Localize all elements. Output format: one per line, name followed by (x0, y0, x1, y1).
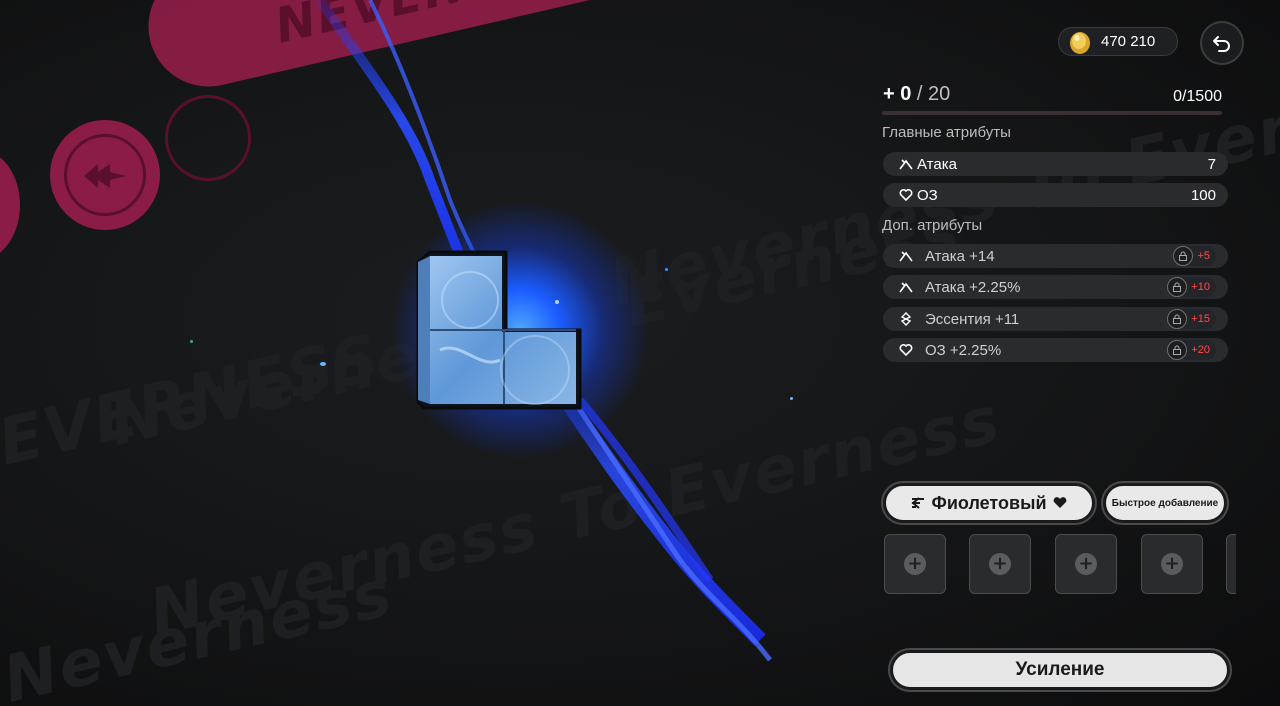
plus-icon: + (989, 553, 1011, 575)
lock-icon (1167, 309, 1188, 329)
currency-display: 470 210 (1058, 27, 1178, 56)
plus-icon: + (1161, 553, 1183, 575)
attribute-label: ОЗ (917, 186, 938, 204)
unlock-level-badge: +15 (1167, 309, 1216, 329)
level-max: 20 (928, 83, 951, 105)
attribute-label: Атака +2.25% (925, 278, 1021, 296)
sub-attribute-row: Атака +2.25% +10 (883, 275, 1228, 299)
unlock-level-badge: +5 (1173, 246, 1216, 266)
unlock-level-badge: +20 (1167, 340, 1216, 360)
lock-icon (1167, 277, 1188, 297)
enhance-button[interactable]: Усиление (890, 650, 1230, 690)
exp-counter: 0/1500 (1173, 88, 1222, 105)
main-attribute-row: ОЗ 100 (883, 183, 1228, 207)
exp-progress-bar (882, 111, 1222, 115)
attack-icon (899, 282, 913, 293)
level-separator: / (911, 83, 929, 105)
attribute-label: Атака +14 (925, 247, 995, 265)
gold-coin-icon (1070, 31, 1090, 54)
essence-icon (900, 312, 912, 326)
plus-icon: + (1075, 553, 1097, 575)
undo-icon (1213, 36, 1230, 52)
material-slot-partial[interactable] (1226, 534, 1236, 594)
enhance-level: + 0 / 20 (883, 83, 950, 106)
sub-attribute-row: Эссентия +11 +15 (883, 307, 1228, 331)
hp-heart-icon (899, 189, 913, 202)
lock-icon (1167, 340, 1188, 360)
attack-icon (899, 251, 913, 262)
plus-icon: + (904, 553, 926, 575)
unlock-level: +5 (1197, 250, 1210, 262)
material-slot[interactable]: + (969, 534, 1031, 594)
hp-heart-icon (899, 344, 913, 357)
material-slot[interactable]: + (1055, 534, 1117, 594)
sub-attributes-title: Доп. атрибуты (882, 217, 983, 234)
attribute-label: Атака (917, 155, 957, 173)
attribute-label: Эссентия +11 (925, 310, 1020, 328)
unlock-level: +20 (1191, 344, 1210, 356)
unlock-level-badge: +10 (1167, 277, 1216, 297)
material-slot[interactable]: + (1141, 534, 1203, 594)
attribute-value: 7 (1207, 155, 1216, 173)
back-button[interactable] (1200, 21, 1244, 65)
main-attribute-row: Атака 7 (883, 152, 1228, 176)
rarity-filter-label: Фиолетовый (931, 492, 1047, 513)
main-attributes-title: Главные атрибуты (882, 124, 1011, 141)
heart-icon (1053, 497, 1066, 508)
unlock-level: +15 (1191, 313, 1210, 325)
unlock-level: +10 (1191, 281, 1210, 293)
rarity-filter-dropdown[interactable]: Фиолетовый (883, 483, 1095, 523)
material-slot[interactable]: + (884, 534, 946, 594)
attack-icon (899, 159, 913, 170)
level-current: + 0 (883, 83, 912, 105)
attribute-label: ОЗ +2.25% (925, 341, 1002, 359)
lock-icon (1173, 246, 1194, 266)
currency-value: 470 210 (1101, 33, 1156, 50)
sort-icon (911, 497, 925, 509)
sub-attribute-row: ОЗ +2.25% +20 (883, 338, 1228, 362)
quick-add-button[interactable]: Быстрое добавление (1103, 483, 1227, 523)
attribute-value: 100 (1190, 186, 1216, 204)
sub-attribute-row: Атака +14 +5 (883, 244, 1228, 268)
